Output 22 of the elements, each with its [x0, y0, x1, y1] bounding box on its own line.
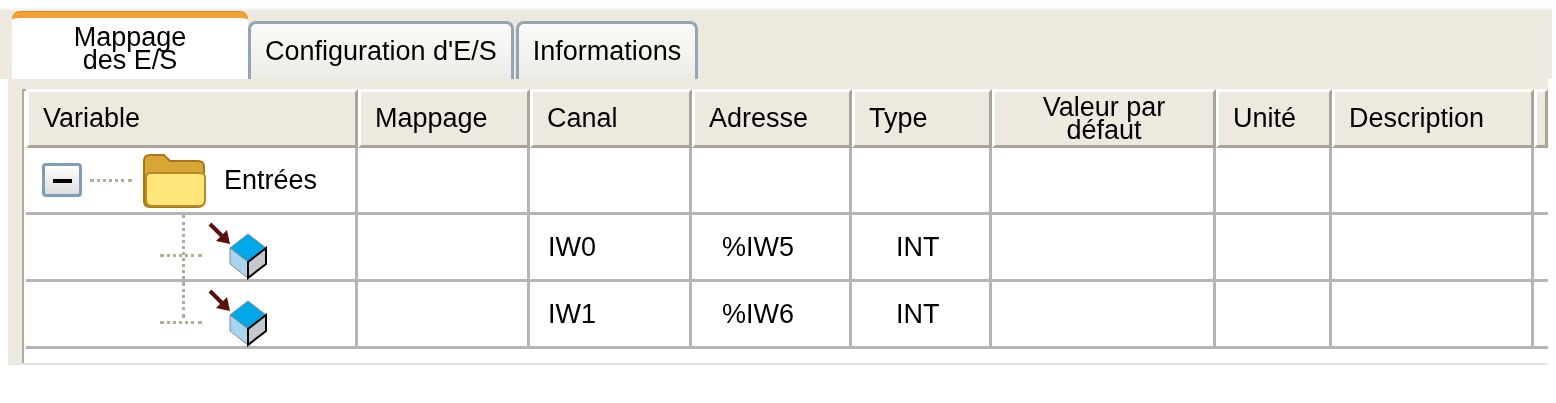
column-header[interactable]: Unité — [1216, 89, 1332, 148]
table-cell: INT — [852, 215, 992, 282]
column-header[interactable]: Description — [1332, 89, 1534, 148]
column-header[interactable]: Mappage — [358, 89, 530, 148]
column-header[interactable]: Type — [852, 89, 992, 148]
column-header[interactable]: Variable — [26, 89, 358, 148]
tree-item-label[interactable]: Entrées — [224, 164, 318, 196]
table-cell: IW0 — [530, 215, 692, 282]
column-header[interactable]: Valeur par défaut — [992, 89, 1216, 148]
tab[interactable]: Mappage des E/S — [12, 12, 248, 79]
collapse-button[interactable] — [42, 163, 82, 197]
folder-icon — [140, 151, 208, 209]
input-cube-icon — [208, 289, 270, 347]
table-cell: IW1 — [530, 282, 692, 349]
table-cell: %IW5 — [692, 215, 852, 282]
tab[interactable]: Informations — [515, 21, 699, 79]
column-header[interactable]: Adresse — [692, 89, 852, 148]
table-cell: INT — [852, 282, 992, 349]
input-cube-icon — [208, 222, 270, 280]
tab[interactable]: Configuration d'E/S — [248, 21, 514, 79]
table-cell: %IW6 — [692, 282, 852, 349]
column-header[interactable]: Canal — [530, 89, 692, 148]
